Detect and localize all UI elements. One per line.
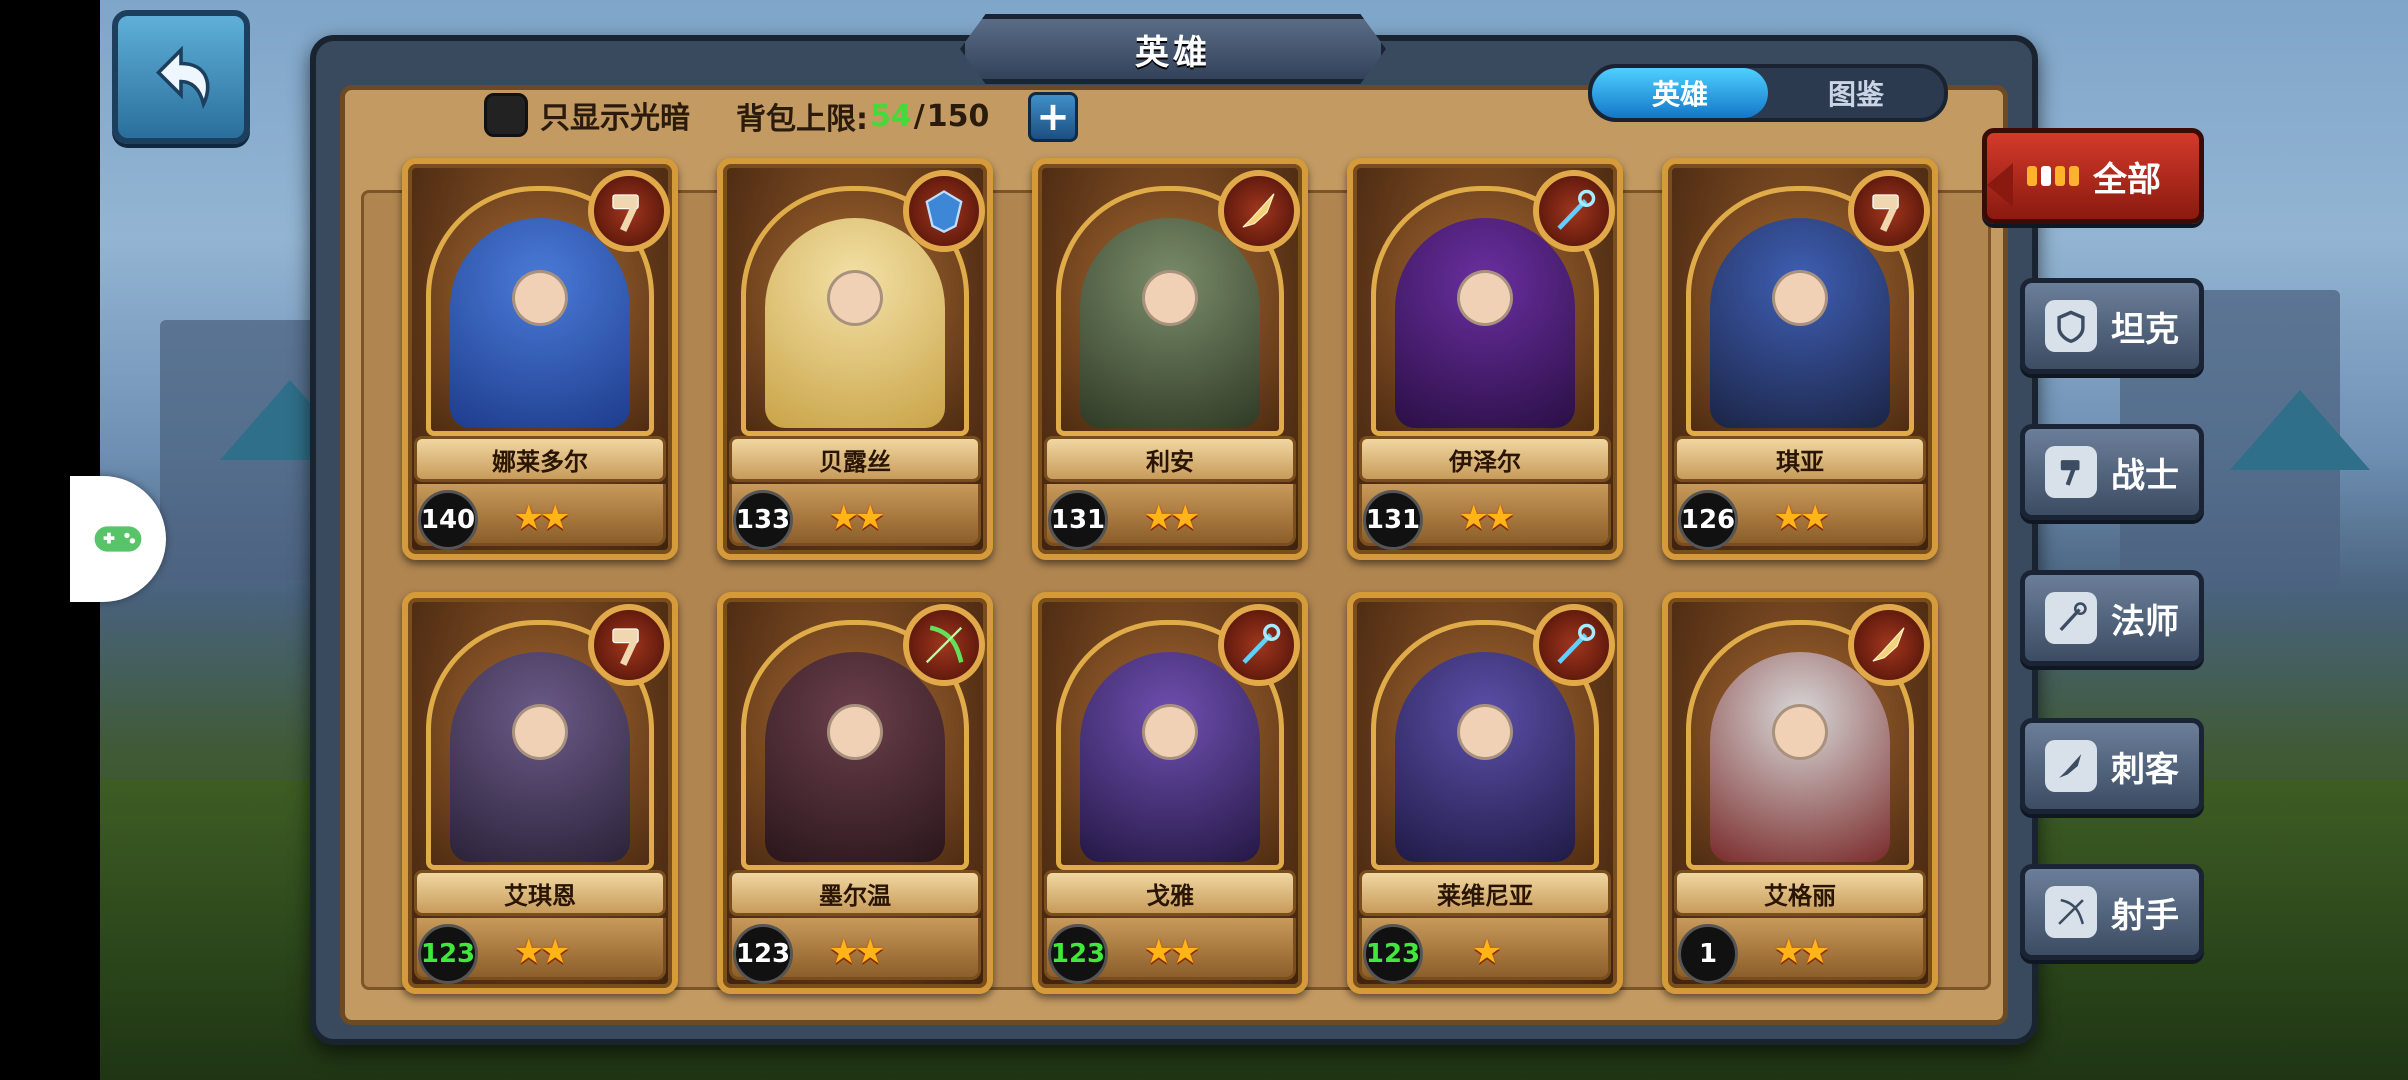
- dagger-icon: [1218, 170, 1300, 252]
- hero-stars: ★★: [1143, 932, 1201, 972]
- hero-portrait: [765, 652, 945, 862]
- hero-card[interactable]: 贝露丝 133 ★★: [717, 158, 993, 560]
- filter-tank-button[interactable]: 坦克: [2020, 278, 2204, 374]
- hero-stars: ★★: [513, 932, 571, 972]
- shield-icon: [903, 170, 985, 252]
- staff-icon: [1218, 604, 1300, 686]
- hero-face: [1142, 704, 1198, 760]
- hero-card[interactable]: 莱维尼亚 123 ★: [1347, 592, 1623, 994]
- staff-icon: [1533, 604, 1615, 686]
- hero-portrait: [1080, 218, 1260, 428]
- dagger-icon: [1848, 604, 1930, 686]
- hero-portrait: [1710, 652, 1890, 862]
- capacity-label: 背包上限:: [736, 102, 868, 137]
- hero-name: 艾琪恩: [414, 870, 666, 916]
- hero-name: 利安: [1044, 436, 1296, 482]
- hero-name: 莱维尼亚: [1359, 870, 1611, 916]
- hammer-icon: [588, 604, 670, 686]
- hero-face: [1772, 704, 1828, 760]
- hero-name: 艾格丽: [1674, 870, 1926, 916]
- hero-name: 娜莱多尔: [414, 436, 666, 482]
- hero-card[interactable]: 娜莱多尔 140 ★★: [402, 158, 678, 560]
- hero-stars: ★: [1471, 932, 1502, 972]
- hammer-icon: [1848, 170, 1930, 252]
- hero-card[interactable]: 墨尔温 123 ★★: [717, 592, 993, 994]
- filter-tank-label: 坦克: [2111, 309, 2179, 350]
- filter-all-label: 全部: [2093, 159, 2161, 200]
- capacity-max: 150: [926, 98, 990, 134]
- bow-icon: [903, 604, 985, 686]
- hammer-icon: [2045, 446, 2097, 498]
- view-tabs: 英雄 图鉴: [1588, 64, 1948, 122]
- hero-stars: ★★: [1773, 932, 1831, 972]
- hero-stars: ★★: [1458, 498, 1516, 538]
- expand-capacity-button[interactable]: +: [1028, 92, 1078, 142]
- hero-face: [1457, 270, 1513, 326]
- hero-face: [1772, 270, 1828, 326]
- bag-capacity: 背包上限: 54 / 150: [736, 94, 989, 138]
- hero-portrait: [450, 218, 630, 428]
- filter-mage-label: 法师: [2111, 601, 2179, 642]
- filter-assassin-label: 刺客: [2111, 749, 2179, 790]
- hero-portrait: [1395, 652, 1575, 862]
- filter-assassin-button[interactable]: 刺客: [2020, 718, 2204, 814]
- capacity-current: 54: [870, 98, 912, 134]
- hammer-icon: [588, 170, 670, 252]
- grid-icon: [2027, 150, 2079, 202]
- filter-mage-button[interactable]: 法师: [2020, 570, 2204, 666]
- shield-icon: [2045, 300, 2097, 352]
- bow-icon: [2045, 886, 2097, 938]
- hero-face: [1457, 704, 1513, 760]
- filter-marksman-button[interactable]: 射手: [2020, 864, 2204, 960]
- hero-stars: ★★: [1143, 498, 1201, 538]
- hero-card[interactable]: 伊泽尔 131 ★★: [1347, 158, 1623, 560]
- staff-icon: [2045, 592, 2097, 644]
- hero-portrait: [765, 218, 945, 428]
- hero-stars: ★★: [1773, 498, 1831, 538]
- hero-face: [512, 270, 568, 326]
- hero-stars: ★★: [828, 498, 886, 538]
- hero-name: 戈雅: [1044, 870, 1296, 916]
- back-button[interactable]: [112, 10, 250, 144]
- tab-collection[interactable]: 图鉴: [1768, 68, 1944, 118]
- tab-heroes[interactable]: 英雄: [1592, 68, 1768, 118]
- plus-icon: +: [1036, 94, 1070, 140]
- dagger-icon: [2045, 740, 2097, 792]
- filter-all-button[interactable]: 全部: [1982, 128, 2204, 224]
- hero-card[interactable]: 艾琪恩 123 ★★: [402, 592, 678, 994]
- staff-icon: [1533, 170, 1615, 252]
- hero-card[interactable]: 琪亚 126 ★★: [1662, 158, 1938, 560]
- hero-card[interactable]: 艾格丽 1 ★★: [1662, 592, 1938, 994]
- hero-face: [512, 704, 568, 760]
- hero-face: [827, 270, 883, 326]
- hero-name: 贝露丝: [729, 436, 981, 482]
- hero-name: 墨尔温: [729, 870, 981, 916]
- hero-portrait: [1080, 652, 1260, 862]
- filter-warrior-button[interactable]: 战士: [2020, 424, 2204, 520]
- hero-face: [827, 704, 883, 760]
- hero-name: 琪亚: [1674, 436, 1926, 482]
- gamepad-icon: [94, 526, 142, 552]
- hero-portrait: [450, 652, 630, 862]
- hero-portrait: [1395, 218, 1575, 428]
- page-title: 英雄: [960, 14, 1386, 84]
- filter-warrior-label: 战士: [2111, 455, 2179, 496]
- hero-stars: ★★: [828, 932, 886, 972]
- hero-card[interactable]: 戈雅 123 ★★: [1032, 592, 1308, 994]
- capacity-separator: /: [913, 98, 925, 134]
- filter-checkbox[interactable]: [484, 93, 528, 137]
- filter-marksman-label: 射手: [2111, 895, 2179, 936]
- hero-face: [1142, 270, 1198, 326]
- light-dark-filter[interactable]: 只显示光暗: [484, 90, 690, 140]
- back-arrow-icon: [155, 45, 210, 110]
- game-screen: 英雄 只显示光暗 背包上限: 54 / 150 + 英雄 图鉴 娜莱多尔 140 ★…: [0, 0, 2408, 1080]
- active-indicator-arrow: [1987, 163, 2013, 207]
- hero-stars: ★★: [513, 498, 571, 538]
- filter-label: 只显示光暗: [540, 101, 690, 136]
- hero-card[interactable]: 利安 131 ★★: [1032, 158, 1308, 560]
- hero-portrait: [1710, 218, 1890, 428]
- hero-name: 伊泽尔: [1359, 436, 1611, 482]
